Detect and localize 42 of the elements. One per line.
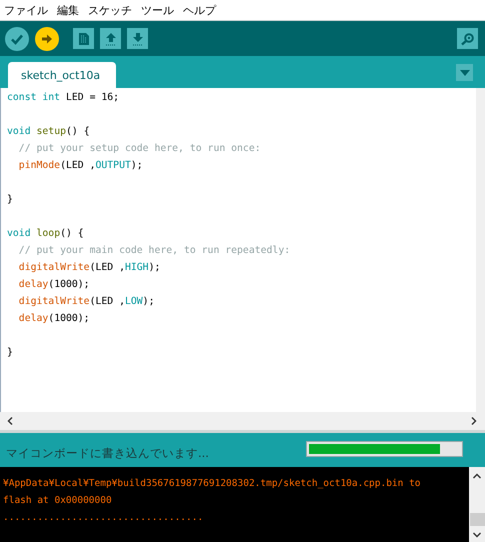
magnifier-icon: [460, 32, 476, 46]
upload-button[interactable]: [35, 26, 59, 50]
code-line: void setup() {: [7, 125, 91, 139]
scroll-right-icon[interactable]: [471, 417, 477, 425]
sketch-tab[interactable]: sketch_oct10a: [8, 62, 116, 88]
caret-icon: [460, 70, 470, 76]
code-line: digitalWrite(LED ,LOW);: [18, 295, 156, 309]
code-line: // put your setup code here, to run once:: [18, 142, 262, 156]
status-message: マイコンボードに書き込んでいます...: [6, 446, 209, 460]
code-line: delay(1000);: [18, 278, 91, 292]
code-line: // put your main code here, to run repeatedly:: [18, 244, 292, 258]
up-arrow-icon: [104, 32, 116, 46]
scroll-thumb[interactable]: [470, 513, 484, 526]
menu-item[interactable]: ツール: [141, 2, 174, 18]
horizontal-scrollbar[interactable]: [0, 412, 485, 433]
scroll-up-icon[interactable]: [473, 473, 481, 479]
code-line: digitalWrite(LED ,HIGH);: [18, 261, 162, 275]
scroll-down-icon[interactable]: [473, 532, 481, 538]
code-line: }: [7, 193, 14, 207]
code-line: pinMode(LED ,OUTPUT);: [18, 159, 144, 173]
menu-item[interactable]: スケッチ: [88, 2, 132, 18]
console-line: ¥AppData¥Local¥Temp¥build3567619877691208302.tmp/sketch_oct10a.cpp.bin to: [3, 477, 422, 491]
vertical-scrollbar[interactable]: [469, 467, 485, 542]
menu-item[interactable]: 編集: [57, 2, 79, 18]
tab-menu-button[interactable]: [456, 64, 473, 81]
document-icon: [78, 32, 90, 46]
console-line: ...................................: [3, 511, 204, 525]
open-button[interactable]: [100, 28, 121, 49]
menu-item[interactable]: ファイル: [4, 2, 48, 18]
verify-button[interactable]: [5, 26, 29, 50]
code-line: delay(1000);: [18, 312, 91, 326]
code-line: const int LED = 16;: [7, 91, 120, 105]
console-line: flash at 0x00000000: [3, 494, 113, 508]
code-line: void loop() {: [7, 227, 85, 241]
menu-item[interactable]: ヘルプ: [183, 2, 216, 18]
scroll-left-icon[interactable]: [7, 417, 13, 425]
down-arrow-icon: [132, 32, 144, 46]
right-arrow-icon: [41, 32, 53, 44]
new-button[interactable]: [73, 28, 94, 49]
save-button[interactable]: [127, 28, 148, 49]
serial-monitor-button[interactable]: [457, 28, 478, 49]
code-line: }: [7, 346, 14, 360]
